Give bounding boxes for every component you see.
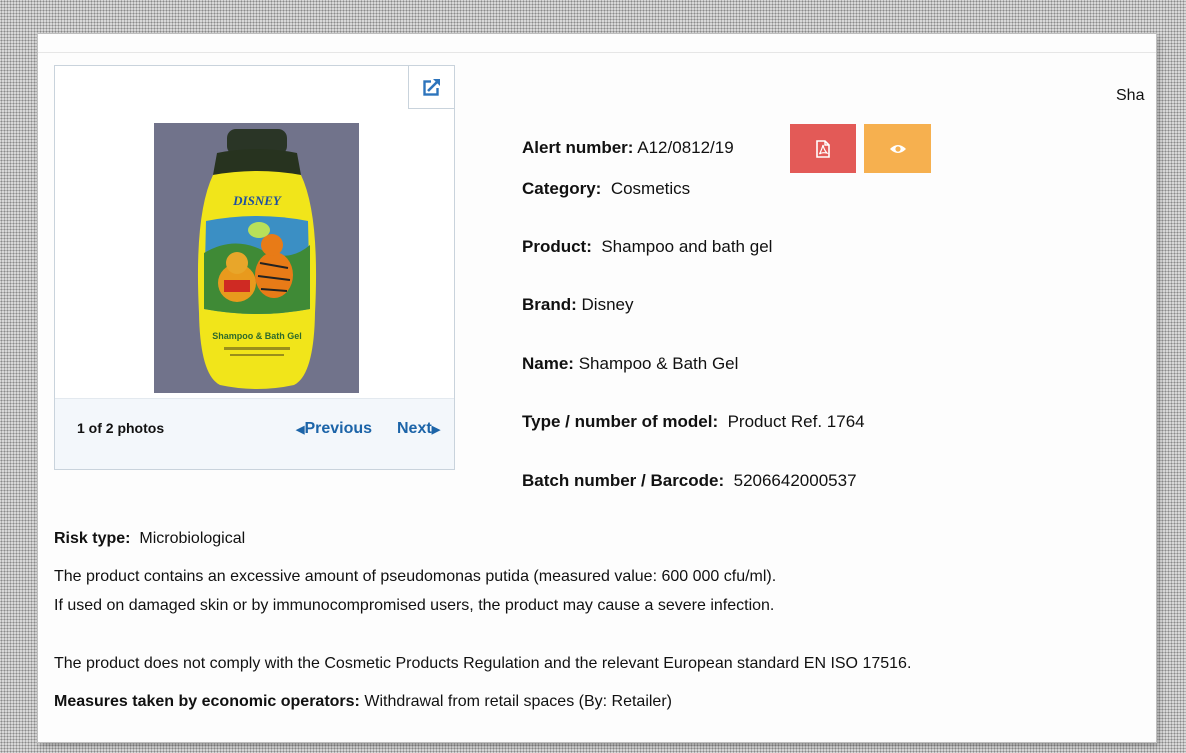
- batch-field: Batch number / Barcode: 5206642000537: [522, 471, 857, 491]
- category-field: Category: Cosmetics: [522, 179, 690, 199]
- expand-photo-button[interactable]: [408, 65, 455, 109]
- svg-text:DISNEY: DISNEY: [232, 193, 282, 208]
- brand-field: Brand: Disney: [522, 295, 633, 315]
- name-field: Name: Shampoo & Bath Gel: [522, 354, 738, 374]
- product-field: Product: Shampoo and bath gel: [522, 237, 772, 257]
- model-value: Product Ref. 1764: [727, 412, 865, 431]
- gallery-footer: 1 of 2 photos ◀Previous Next▶: [55, 398, 454, 469]
- measures-value: Withdrawal from retail spaces (By: Retai…: [364, 693, 672, 710]
- measures-label: Measures taken by economic operators:: [54, 693, 360, 710]
- photo-gallery: DISNEY Shampoo & Bath Gel 1 of 2 photos …: [54, 65, 455, 470]
- risk-type-label: Risk type:: [54, 530, 131, 547]
- previous-label: Previous: [304, 420, 373, 437]
- risk-description-2: If used on damaged skin or by immunocomp…: [54, 597, 775, 614]
- pdf-icon: [816, 139, 830, 158]
- alert-detail-panel: Sha DISNEY Shampoo & Bath Gel 1 of 2 pho…: [38, 34, 1156, 742]
- category-label: Category:: [522, 179, 602, 198]
- product-photo[interactable]: DISNEY Shampoo & Bath Gel: [154, 123, 359, 393]
- category-value: Cosmetics: [610, 179, 691, 198]
- batch-value: 5206642000537: [733, 471, 857, 490]
- model-field: Type / number of model: Product Ref. 176…: [522, 412, 865, 432]
- previous-photo-link[interactable]: ◀Previous: [296, 420, 372, 438]
- next-photo-link[interactable]: Next▶: [397, 420, 440, 438]
- brand-value: Disney: [581, 295, 634, 314]
- photo-counter: 1 of 2 photos: [77, 420, 165, 436]
- alert-number-value: A12/0812/19: [637, 138, 734, 157]
- next-label: Next: [397, 420, 432, 437]
- name-label: Name:: [522, 354, 574, 373]
- caret-right-icon: ▶: [431, 424, 441, 436]
- download-pdf-button[interactable]: [790, 124, 856, 173]
- product-value: Shampoo and bath gel: [601, 237, 773, 256]
- alert-number-label: Alert number:: [522, 138, 634, 157]
- eye-icon: [889, 144, 906, 153]
- risk-description-1: The product contains an excessive amount…: [54, 568, 777, 585]
- risk-type-value: Microbiological: [139, 530, 246, 547]
- name-value: Shampoo & Bath Gel: [578, 354, 739, 373]
- alert-number-field: Alert number: A12/0812/19: [522, 138, 734, 158]
- divider: [38, 52, 1156, 53]
- product-label: Product:: [522, 237, 592, 256]
- external-link-icon: [422, 78, 441, 96]
- batch-label: Batch number / Barcode:: [522, 471, 725, 490]
- brand-label: Brand:: [522, 295, 577, 314]
- svg-text:Shampoo & Bath Gel: Shampoo & Bath Gel: [212, 331, 302, 341]
- model-label: Type / number of model:: [522, 412, 719, 431]
- share-label[interactable]: Sha: [1116, 87, 1144, 105]
- risk-type-field: Risk type: Microbiological: [54, 530, 245, 548]
- view-button[interactable]: [864, 124, 931, 173]
- measures-field: Measures taken by economic operators: Wi…: [54, 693, 672, 711]
- compliance-text: The product does not comply with the Cos…: [54, 655, 912, 672]
